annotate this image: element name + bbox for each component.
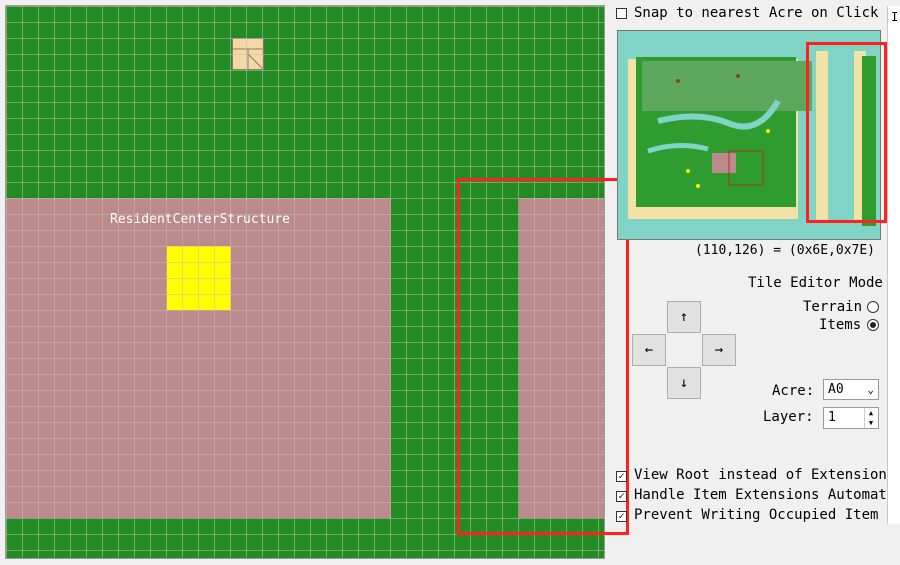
acre-select[interactable]: A0 ⌄: [823, 379, 879, 400]
acre-label: Acre:: [772, 383, 815, 399]
move-up-button[interactable]: ↑: [667, 301, 701, 333]
stepper-down-icon[interactable]: ▼: [864, 418, 877, 428]
prevent-occupied-label: Prevent Writing Occupied Item Ti: [634, 507, 900, 523]
terrain-radio[interactable]: [867, 301, 879, 313]
side-panel: I: [887, 6, 900, 524]
arrow-right-icon: →: [714, 342, 724, 358]
coordinates-readout: (110,126) = (0x6E,0x7E): [695, 243, 876, 258]
terrain-label: Terrain: [803, 299, 863, 315]
move-down-button[interactable]: ↓: [667, 367, 701, 399]
layer-label: Layer:: [763, 409, 814, 425]
structure-label: ResidentCenterStructure: [110, 212, 291, 227]
layer-value: 1: [828, 410, 836, 425]
annotation-box-map: [457, 178, 629, 535]
items-radio[interactable]: [867, 319, 879, 331]
highlighted-items: [167, 246, 231, 310]
placed-item: [232, 38, 264, 70]
arrow-left-icon: ←: [644, 342, 654, 358]
arrow-up-icon: ↑: [679, 309, 689, 325]
layer-stepper[interactable]: 1 ▲ ▼: [823, 407, 879, 429]
handle-extensions-checkbox[interactable]: ✓: [616, 491, 627, 502]
arrow-down-icon: ↓: [679, 375, 689, 391]
handle-extensions-label: Handle Item Extensions Automatic: [634, 487, 900, 503]
view-root-label: View Root instead of Extension: [634, 467, 887, 483]
prevent-occupied-checkbox[interactable]: ✓: [616, 511, 627, 522]
stepper-up-icon[interactable]: ▲: [864, 408, 877, 418]
move-right-button[interactable]: →: [702, 334, 736, 366]
move-left-button[interactable]: ←: [632, 334, 666, 366]
view-root-checkbox[interactable]: ✓: [616, 471, 627, 482]
snap-checkbox[interactable]: [616, 8, 627, 19]
side-panel-label: I: [891, 10, 899, 24]
mode-title: Tile Editor Mode: [748, 275, 883, 291]
snap-label: Snap to nearest Acre on Click: [634, 5, 879, 21]
chevron-down-icon: ⌄: [867, 383, 874, 396]
annotation-box-minimap: [806, 42, 887, 223]
acre-value: A0: [828, 382, 844, 397]
items-label: Items: [819, 317, 862, 333]
